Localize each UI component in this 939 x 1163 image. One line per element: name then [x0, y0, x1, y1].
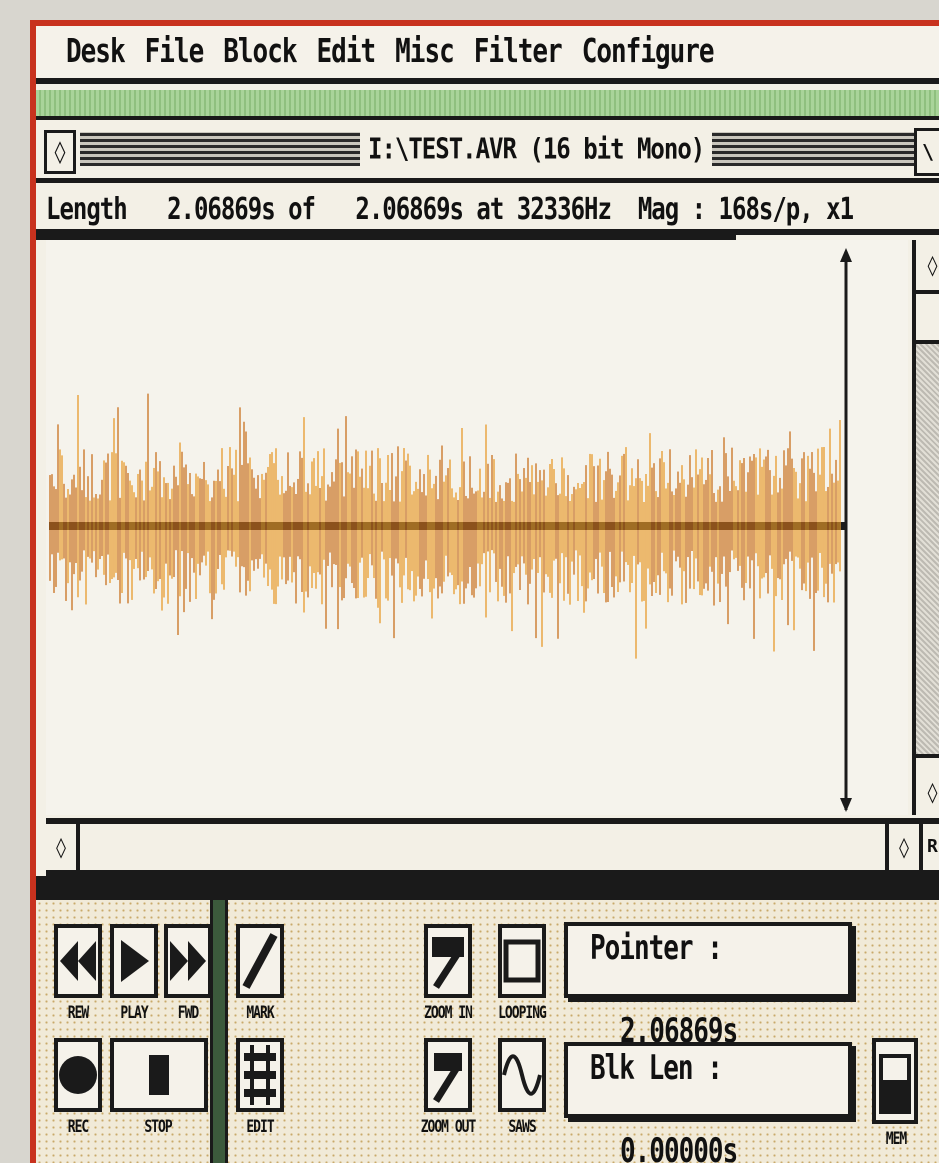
mark-label: MARK	[246, 1003, 274, 1024]
loop-button[interactable]	[498, 924, 546, 998]
pointer-top-arrow-icon	[840, 248, 852, 262]
menu-bar: Desk File Block Edit Misc Filter Configu…	[36, 26, 939, 84]
close-box-icon[interactable]: ◊	[44, 130, 76, 174]
vertical-scrollbar[interactable]: ◊ ◊	[912, 240, 939, 815]
rewind-button[interactable]	[54, 924, 102, 998]
info-line: Length 2.06869s of 2.06869s at 32336Hz M…	[36, 183, 939, 235]
of-label: of	[288, 191, 316, 227]
pointer-label: Pointer :	[590, 928, 723, 968]
length-label: Length	[46, 191, 128, 227]
stop-label: STOP	[144, 1117, 172, 1138]
menu-desk[interactable]: Desk	[66, 33, 126, 71]
play-button[interactable]	[110, 924, 158, 998]
edit-label: EDIT	[246, 1117, 274, 1138]
fast-forward-icon	[170, 941, 206, 981]
zoom-in-icon	[432, 937, 464, 989]
full-box-icon[interactable]: \	[914, 128, 939, 176]
app-window: Desk File Block Edit Misc Filter Configu…	[30, 20, 939, 1163]
zoom-in-button[interactable]	[424, 924, 472, 998]
vertical-scroll-track[interactable]	[916, 340, 939, 758]
mag-value: 168s/p, x1	[718, 191, 854, 227]
record-icon	[59, 1056, 97, 1094]
sample-rate: 32336Hz	[516, 191, 612, 227]
zoom-out-button[interactable]	[424, 1038, 472, 1112]
zoom-out-label: ZOOM OUT	[420, 1117, 477, 1138]
total-value: 2.06869s	[355, 191, 464, 227]
scroll-right-arrow-icon[interactable]: ◊	[885, 824, 923, 870]
waveform-label: SAWS	[508, 1117, 536, 1138]
menu-misc[interactable]: Misc	[395, 33, 455, 71]
desktop-strip	[36, 90, 939, 120]
at-label: at	[476, 191, 504, 227]
fast-forward-label: FWD	[177, 1003, 199, 1024]
zoom-out-icon	[433, 1053, 462, 1103]
block-length-label: Blk Len :	[590, 1048, 723, 1088]
menu-filter[interactable]: Filter	[474, 33, 563, 71]
scroll-left-arrow-icon[interactable]: ◊	[46, 824, 80, 870]
play-icon	[121, 940, 149, 982]
stop-icon	[149, 1055, 169, 1095]
window-title-bar[interactable]: ◊ I:\TEST.AVR (16 bit Mono) \	[36, 120, 939, 183]
scroll-up-arrow-icon[interactable]: ◊	[916, 240, 939, 294]
block-length-readout: Blk Len : 0.00000s	[564, 1042, 852, 1163]
resize-box-icon[interactable]: R	[927, 824, 939, 870]
scroll-down-arrow-icon[interactable]: ◊	[916, 769, 939, 815]
stop-button[interactable]	[110, 1038, 208, 1112]
pencil-icon	[242, 933, 278, 989]
fast-forward-button[interactable]	[164, 924, 212, 998]
mark-button[interactable]	[236, 924, 284, 998]
mag-label: Mag :	[637, 191, 706, 227]
menu-file[interactable]: File	[145, 33, 205, 71]
window-title: I:\TEST.AVR (16 bit Mono)	[360, 126, 713, 172]
pointer-bottom-arrow-icon	[840, 798, 852, 812]
menu-configure[interactable]: Configure	[582, 33, 715, 71]
rewind-icon	[60, 941, 96, 981]
memory-button[interactable]	[872, 1038, 918, 1124]
sine-wave-icon	[502, 1054, 542, 1096]
memory-icon	[879, 1054, 911, 1114]
loop-label: LOOPING	[498, 1003, 547, 1024]
waveform-button[interactable]	[498, 1038, 546, 1112]
length-value: 2.06869s	[167, 191, 276, 227]
block-length-value: 0.00000s	[620, 1132, 738, 1163]
scissors-icon	[244, 1045, 276, 1105]
record-label: REC	[67, 1117, 89, 1138]
zoom-in-label: ZOOM IN	[424, 1003, 473, 1024]
edit-button[interactable]	[236, 1038, 284, 1112]
menu-block[interactable]: Block	[223, 33, 297, 71]
pointer-readout: Pointer : 2.06869s	[564, 922, 852, 1051]
waveform-display[interactable]	[46, 240, 908, 815]
waveform-svg[interactable]	[46, 240, 908, 815]
horizontal-scrollbar[interactable]: ◊ ◊ R	[46, 818, 939, 876]
panel-top-border	[36, 876, 939, 900]
memory-label: MEM	[885, 1129, 907, 1150]
menu-edit[interactable]: Edit	[317, 33, 377, 71]
record-button[interactable]	[54, 1038, 102, 1112]
loop-icon	[503, 939, 541, 983]
